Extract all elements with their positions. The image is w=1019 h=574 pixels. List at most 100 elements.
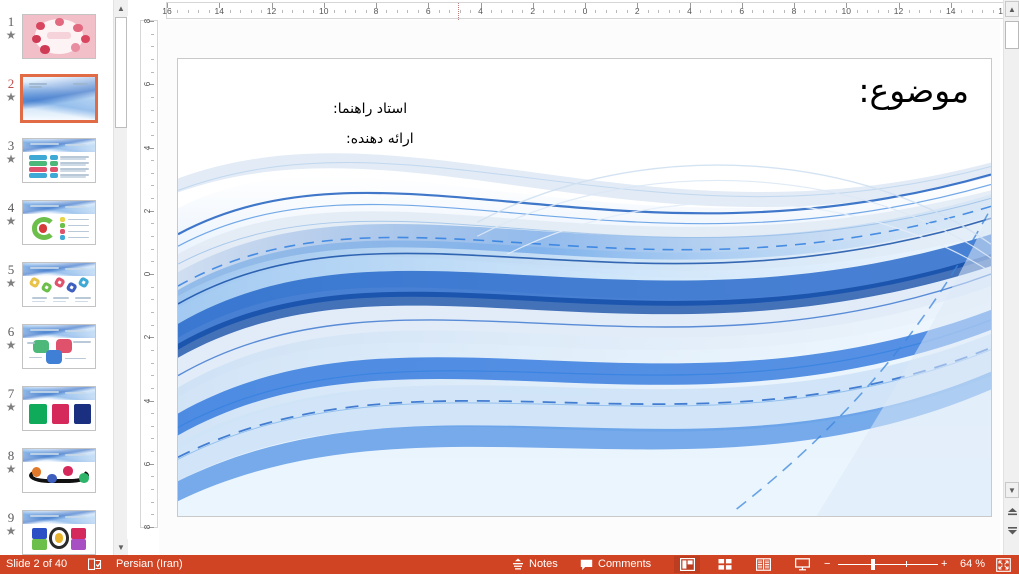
animation-star-icon[interactable]: ★ (3, 401, 19, 413)
slide-thumbnail-3[interactable]: 3★ (0, 138, 112, 200)
ruler-label: 8 (369, 6, 383, 16)
slide-thumbnail-image[interactable] (22, 138, 96, 183)
ruler-minor-tick (867, 10, 868, 13)
ruler-label: 14 (944, 6, 958, 16)
slide-canvas[interactable]: موضوع: استاد راهنما: ارائه دهنده: (177, 58, 992, 517)
ruler-minor-tick (151, 287, 154, 288)
slide-thumbnail-7[interactable]: 7★ (0, 386, 112, 448)
ruler-minor-tick (151, 476, 154, 477)
ruler-minor-tick (386, 10, 387, 13)
slide-thumbnail-1[interactable]: 1★ (0, 14, 112, 76)
animation-star-icon[interactable]: ★ (3, 339, 19, 351)
slide-counter-label: Slide 2 of 40 (6, 555, 67, 574)
comment-icon (580, 559, 593, 571)
proofing-status-button[interactable] (88, 555, 102, 574)
ruler-margin-marker (458, 3, 459, 20)
normal-view-icon (680, 558, 695, 571)
ruler-label: 8 (787, 6, 801, 16)
reading-view-button[interactable] (750, 556, 776, 573)
comments-button[interactable]: Comments (580, 555, 651, 574)
slide-thumbnail-image[interactable] (22, 448, 96, 493)
ruler-minor-tick (470, 10, 471, 13)
slide-presenter-text[interactable]: ارائه دهنده: (346, 131, 414, 147)
zoom-out-button[interactable]: − (824, 555, 830, 574)
slide-thumbnail-8[interactable]: 8★ (0, 448, 112, 510)
ruler-minor-tick (151, 312, 154, 313)
ruler-minor-tick (993, 10, 994, 13)
zoom-in-button[interactable]: + (941, 555, 947, 574)
animation-star-icon[interactable]: ★ (3, 91, 19, 103)
slide-thumbnail-image[interactable] (22, 324, 96, 369)
slide-editing-area[interactable]: موضوع: استاد راهنما: ارائه دهنده: (159, 20, 1000, 555)
thumbnail-scroll-down-button[interactable]: ▼ (114, 539, 128, 555)
animation-star-icon[interactable]: ★ (3, 525, 19, 537)
thumbnail-scroll-up-button[interactable]: ▲ (114, 0, 128, 16)
ruler-minor-tick (366, 10, 367, 13)
ruler-label: 0 (578, 6, 592, 16)
slide-background-artwork (178, 59, 991, 516)
ruler-minor-tick (669, 10, 670, 13)
ruler-minor-tick (554, 10, 555, 13)
next-slide-button[interactable] (1005, 522, 1019, 538)
animation-star-icon[interactable]: ★ (3, 215, 19, 227)
animation-star-icon[interactable]: ★ (3, 277, 19, 289)
ruler-minor-tick (151, 363, 154, 364)
ruler-minor-tick (151, 388, 154, 389)
slide-counter[interactable]: Slide 2 of 40 (6, 555, 67, 574)
slide-thumbnail-6[interactable]: 6★ (0, 324, 112, 386)
ruler-minor-tick (679, 10, 680, 13)
zoom-slider-handle[interactable] (871, 559, 875, 570)
language-indicator[interactable]: Persian (Iran) (116, 555, 183, 574)
slide-thumbnail-2[interactable]: 2★ (0, 76, 112, 138)
zoom-level-display[interactable]: 64 % (960, 555, 985, 574)
normal-view-button[interactable] (674, 556, 700, 573)
slide-thumbnail-image[interactable] (20, 74, 98, 123)
slide-thumbnail-image[interactable] (22, 200, 96, 245)
slide-sorter-view-button[interactable] (712, 556, 738, 573)
slide-area-scrollbar[interactable]: ▲ ▼ (1003, 0, 1019, 555)
scrollbar-thumb[interactable] (1005, 21, 1019, 49)
thumbnail-scrollbar-thumb[interactable] (115, 17, 127, 128)
slide-show-view-button[interactable] (789, 556, 815, 573)
ruler-label: 10 (317, 6, 331, 16)
ruler-minor-tick (522, 10, 523, 13)
ruler-minor-tick (151, 514, 154, 515)
language-label: Persian (Iran) (116, 555, 183, 574)
ruler-label: 2 (144, 329, 152, 345)
slide-title-text[interactable]: موضوع: (858, 71, 969, 111)
slide-thumbnail-number: 5 (3, 262, 19, 277)
slide-supervisor-text[interactable]: استاد راهنما: (333, 101, 407, 117)
ruler-minor-tick (303, 10, 304, 13)
scroll-up-button[interactable]: ▲ (1005, 1, 1019, 17)
ruler-minor-tick (731, 10, 732, 13)
ruler-minor-tick (606, 10, 607, 13)
fit-to-window-button[interactable] (996, 555, 1011, 574)
ruler-minor-tick (449, 10, 450, 13)
slide-thumbnail-9[interactable]: 9★ (0, 510, 112, 555)
scroll-down-button[interactable]: ▼ (1005, 482, 1019, 498)
slide-thumbnail-pane[interactable]: 1★2★3★4★5★6★7★8★9★ (0, 0, 112, 555)
ruler-minor-tick (151, 438, 154, 439)
slide-thumbnail-image[interactable] (22, 14, 96, 59)
slide-thumbnail-number: 6 (3, 324, 19, 339)
ruler-minor-tick (209, 10, 210, 13)
ruler-minor-tick (460, 10, 461, 13)
previous-slide-button[interactable] (1005, 504, 1019, 520)
ruler-minor-tick (282, 10, 283, 13)
slide-thumbnail-4[interactable]: 4★ (0, 200, 112, 262)
animation-star-icon[interactable]: ★ (3, 463, 19, 475)
slide-thumbnail-image[interactable] (22, 386, 96, 431)
ruler-minor-tick (261, 10, 262, 13)
ruler-minor-tick (151, 451, 154, 452)
ruler-label: 4 (474, 6, 488, 16)
zoom-slider-track[interactable] (838, 564, 938, 565)
notes-button[interactable]: Notes (512, 555, 558, 574)
animation-star-icon[interactable]: ★ (3, 29, 19, 41)
ruler-minor-tick (251, 10, 252, 13)
ruler-minor-tick (763, 10, 764, 13)
slide-thumbnail-image[interactable] (22, 510, 96, 555)
animation-star-icon[interactable]: ★ (3, 153, 19, 165)
slide-thumbnail-5[interactable]: 5★ (0, 262, 112, 324)
thumbnail-scrollbar[interactable]: ▲ ▼ (113, 0, 127, 555)
slide-thumbnail-image[interactable] (22, 262, 96, 307)
